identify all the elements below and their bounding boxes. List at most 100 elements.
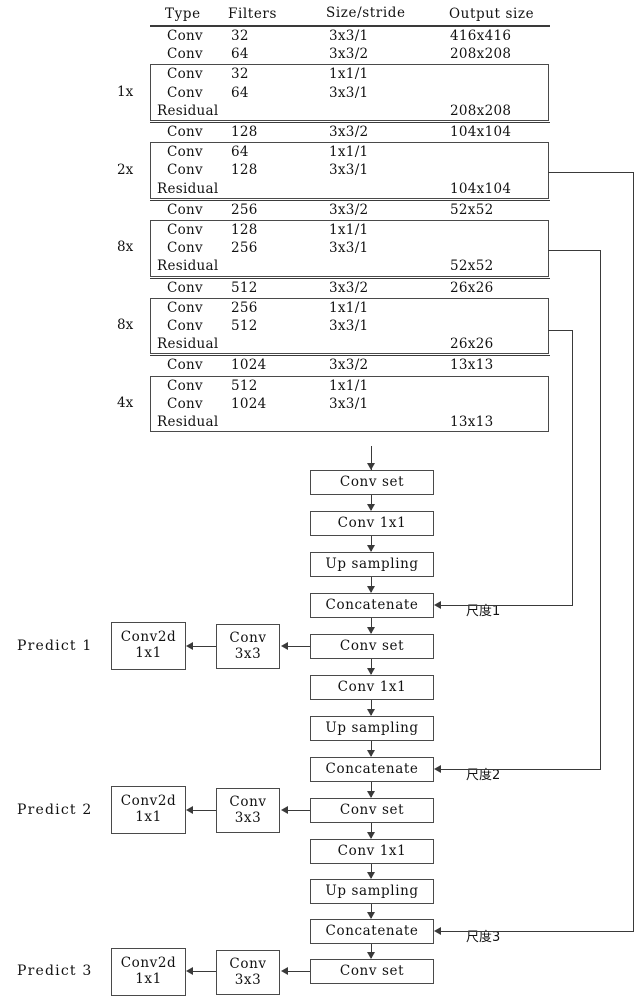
connector-pred1-a [288, 646, 310, 648]
flow-box-conv-1x1-2[interactable]: Conv 1x1 [310, 675, 434, 700]
table-cell-output: 26x26 [450, 279, 494, 296]
table-cell-type-residual: Residual [157, 336, 219, 353]
conv-3x3-line2: 3x3 [234, 971, 262, 988]
arrow-3a [367, 872, 375, 879]
skip-c-seg-h-top [548, 172, 634, 174]
flow-box-conv-1x1-3[interactable]: Conv 1x1 [310, 839, 434, 864]
arrow-3c [367, 952, 375, 959]
table-cell-size: 3x3/2 [329, 201, 369, 218]
table-cell-filters: 1024 [231, 357, 267, 374]
flow-box-upsampling-2[interactable]: Up sampling [310, 716, 434, 741]
flow-box-conv-3x3-2[interactable]: Conv 3x3 [216, 788, 280, 833]
conv2d-line1: Conv2d [120, 955, 177, 972]
arrow-2d [367, 832, 375, 839]
arrow-1b [367, 545, 375, 552]
connector-pred2-a [288, 810, 310, 812]
arrow-pred3-b [186, 967, 193, 975]
table-cell-filters: 64 [231, 144, 249, 161]
table-cell-type: Conv [167, 395, 203, 412]
table-header-size-stride: Size/stride [326, 5, 406, 21]
table-cell-size: 1x1/1 [329, 299, 369, 316]
table-cell-size: 1x1/1 [329, 222, 369, 238]
table-cell-type: Conv [167, 377, 203, 394]
table-cell-filters: 64 [231, 46, 249, 63]
flow-box-conv2d-1x1-2[interactable]: Conv2d 1x1 [111, 786, 186, 834]
flow-box-conv2d-1x1-3[interactable]: Conv2d 1x1 [111, 948, 186, 996]
conv2d-line2: 1x1 [135, 971, 162, 987]
table-cell-filters: 128 [231, 162, 258, 179]
table-cell-type: Conv [167, 28, 203, 44]
block-multiplier-3: 2x [117, 161, 134, 178]
arrow-pred2-b [186, 806, 193, 814]
table-cell-size: 3x3/2 [329, 357, 369, 374]
arrow-1c [367, 586, 375, 593]
flow-box-conv-3x3-1[interactable]: Conv 3x3 [216, 624, 280, 669]
flow-box-conv-1x1-1[interactable]: Conv 1x1 [310, 511, 434, 536]
arrow-pred2-a [281, 806, 288, 814]
skip-a-seg-v [572, 330, 574, 606]
table-cell-type: Conv [167, 162, 203, 179]
flow-box-conv-set-2b[interactable]: Conv set [310, 798, 434, 823]
conv-3x3-line1: Conv [229, 955, 267, 972]
table-cell-type: Conv [167, 240, 203, 257]
table-cell-size: 3x3/1 [329, 395, 369, 412]
table-cell-size: 1x1/1 [329, 66, 369, 83]
table-cell-type-residual: Residual [157, 414, 219, 430]
conv-3x3-line1: Conv [229, 629, 267, 646]
table-cell-output: 416x416 [450, 28, 512, 44]
table-cell-filters: 32 [231, 28, 249, 44]
flow-box-conv-set-1b[interactable]: Conv set [310, 634, 434, 659]
skip-b-seg-h-top [548, 250, 601, 252]
flow-box-conv-3x3-3[interactable]: Conv 3x3 [216, 950, 280, 995]
table-cell-output: 208x208 [450, 102, 512, 119]
flow-box-upsampling-3[interactable]: Up sampling [310, 879, 434, 904]
skip-c-seg-h-bot [441, 931, 634, 933]
table-cell-output: 104x104 [450, 124, 512, 140]
block-multiplier-7: 8x [117, 317, 134, 334]
flow-box-concatenate-2[interactable]: Concatenate [310, 757, 434, 782]
table-cell-size: 3x3/2 [329, 46, 369, 63]
table-header-output-size: Output size [449, 6, 535, 22]
table-cell-type: Conv [167, 66, 203, 83]
conv-3x3-line2: 3x3 [234, 645, 262, 662]
conv2d-line2: 1x1 [135, 809, 162, 825]
table-cell-type: Conv [167, 46, 203, 63]
flow-box-upsampling-1[interactable]: Up sampling [310, 552, 434, 577]
table-cell-filters: 256 [231, 240, 258, 257]
flow-box-conv-set-3b[interactable]: Conv set [310, 959, 434, 984]
table-header-type: Type [165, 6, 201, 22]
table-cell-type-residual: Residual [157, 180, 219, 197]
table-cell-type: Conv [167, 144, 203, 161]
table-cell-filters: 128 [231, 124, 258, 140]
table-cell-type: Conv [167, 318, 203, 334]
flow-box-concatenate-1[interactable]: Concatenate [310, 593, 434, 618]
table-cell-size: 1x1/1 [329, 144, 369, 161]
flow-box-conv-set-1[interactable]: Conv set [310, 470, 434, 495]
table-cell-output: 52x52 [450, 258, 494, 275]
scale-label-2: 尺度2 [466, 768, 501, 783]
predict-label-2: Predict 2 [17, 802, 93, 818]
table-cell-size: 3x3/1 [329, 84, 369, 101]
table-cell-output: 13x13 [450, 357, 494, 374]
arrow-3b [367, 912, 375, 919]
skip-a-seg-h-top [548, 330, 573, 332]
arrow-2b [367, 750, 375, 757]
skip-c-seg-v [633, 172, 635, 932]
table-cell-output: 26x26 [450, 336, 494, 353]
flow-box-concatenate-3[interactable]: Concatenate [310, 919, 434, 944]
table-cell-size: 3x3/2 [329, 279, 369, 296]
table-cell-type: Conv [167, 222, 203, 238]
table-cell-filters: 512 [231, 279, 258, 296]
table-cell-type: Conv [167, 124, 203, 140]
skip-b-seg-h-bot [441, 769, 601, 771]
connector-pred2-b [193, 810, 216, 812]
arrow-pred3-a [281, 967, 288, 975]
table-cell-filters: 256 [231, 201, 258, 218]
table-cell-size: 1x1/1 [329, 377, 369, 394]
flow-box-conv2d-1x1-1[interactable]: Conv2d 1x1 [111, 622, 186, 670]
table-cell-output: 13x13 [450, 414, 494, 430]
table-cell-size: 3x3/1 [329, 318, 369, 334]
arrow-2c [367, 791, 375, 798]
backbone-table: Type Filters Size/stride Output size Con… [0, 0, 640, 470]
table-row-rule-8 [150, 355, 550, 357]
